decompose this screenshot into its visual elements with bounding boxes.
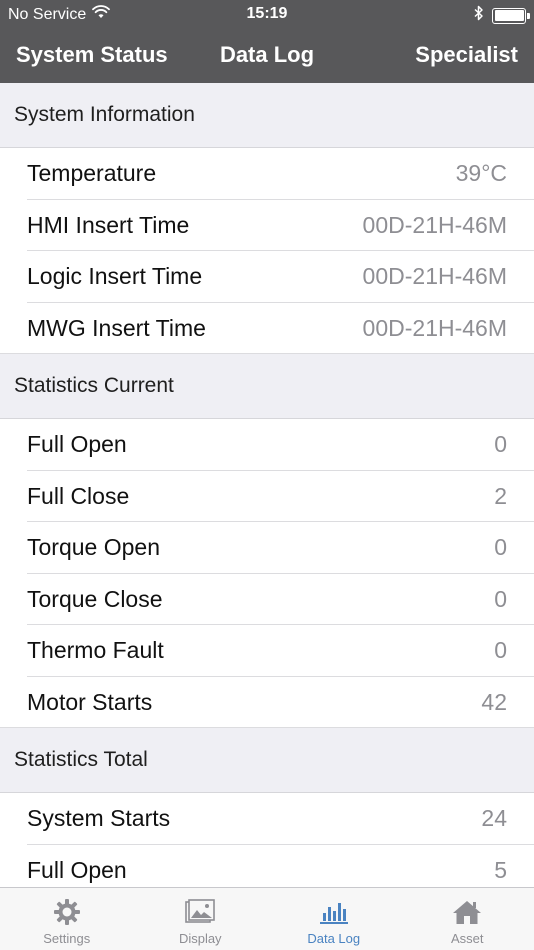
tab-asset[interactable]: Asset bbox=[401, 888, 534, 950]
row-label: MWG Insert Time bbox=[27, 314, 206, 341]
row-value: 00D-21H-46M bbox=[362, 211, 507, 238]
section-header-statistics-total: Statistics Total bbox=[0, 728, 534, 793]
row-label: HMI Insert Time bbox=[27, 211, 190, 238]
data-log-list[interactable]: System Information Temperature 39°C HMI … bbox=[0, 83, 534, 887]
list-row: System Starts 24 bbox=[0, 793, 534, 845]
tab-data-log[interactable]: Data Log bbox=[267, 888, 401, 950]
list-row: Torque Open 0 bbox=[0, 522, 534, 574]
status-time: 15:19 bbox=[246, 5, 288, 22]
list-row: Full Close 2 bbox=[0, 470, 534, 522]
row-label: Full Close bbox=[27, 482, 130, 509]
tab-display[interactable]: Display bbox=[134, 888, 268, 950]
row-value: 0 bbox=[494, 637, 507, 664]
row-value: 0 bbox=[494, 585, 507, 612]
row-value: 2 bbox=[494, 482, 507, 509]
list-row: Motor Starts 42 bbox=[0, 676, 534, 728]
list-row: Thermo Fault 0 bbox=[0, 625, 534, 677]
row-value: 5 bbox=[494, 856, 507, 883]
list-row: Temperature 39°C bbox=[0, 148, 534, 200]
list-row: Full Open 5 bbox=[0, 844, 534, 887]
tab-label: Data Log bbox=[307, 931, 361, 946]
bar-chart-icon bbox=[319, 897, 349, 927]
row-label: Thermo Fault bbox=[27, 637, 164, 664]
image-icon bbox=[185, 897, 216, 927]
row-label: Full Open bbox=[27, 431, 127, 458]
tab-bar: Settings Display Data Log Asset bbox=[0, 887, 534, 950]
section-header-system-information: System Information bbox=[0, 83, 534, 148]
row-label: Full Open bbox=[27, 856, 127, 883]
row-label: Logic Insert Time bbox=[27, 263, 203, 290]
status-right bbox=[474, 5, 530, 26]
row-value: 24 bbox=[481, 805, 507, 832]
tab-label: Display bbox=[178, 931, 222, 946]
tab-settings[interactable]: Settings bbox=[0, 888, 134, 950]
nav-specialist-button[interactable]: Specialist bbox=[415, 42, 518, 68]
battery-icon bbox=[492, 7, 530, 24]
screen: No Service 15:19 System Status Data Log … bbox=[0, 0, 534, 950]
section-title: Statistics Total bbox=[14, 748, 148, 771]
section-title: Statistics Current bbox=[14, 374, 174, 397]
tab-label: Asset bbox=[450, 931, 484, 946]
row-value: 00D-21H-46M bbox=[362, 263, 507, 290]
list-row: HMI Insert Time 00D-21H-46M bbox=[0, 199, 534, 251]
row-label: Temperature bbox=[27, 160, 157, 187]
status-bar: No Service 15:19 bbox=[0, 0, 534, 28]
row-value: 42 bbox=[481, 688, 507, 715]
list-row: Full Open 0 bbox=[0, 419, 534, 471]
row-label: System Starts bbox=[27, 805, 171, 832]
section-header-statistics-current: Statistics Current bbox=[0, 354, 534, 419]
nav-bar: System Status Data Log Specialist bbox=[0, 28, 534, 83]
gear-icon bbox=[52, 897, 82, 927]
row-value: 00D-21H-46M bbox=[362, 314, 507, 341]
header: No Service 15:19 System Status Data Log … bbox=[0, 0, 534, 83]
row-label: Torque Open bbox=[27, 534, 160, 561]
tab-label: Settings bbox=[43, 931, 91, 946]
list-row: Torque Close 0 bbox=[0, 573, 534, 625]
row-value: 0 bbox=[494, 534, 507, 561]
nav-title: Data Log bbox=[219, 42, 315, 67]
list-row: Logic Insert Time 00D-21H-46M bbox=[0, 251, 534, 303]
bluetooth-icon bbox=[474, 5, 484, 26]
nav-system-status-button[interactable]: System Status bbox=[16, 42, 168, 68]
row-label: Torque Close bbox=[27, 585, 163, 612]
home-icon bbox=[452, 897, 482, 927]
row-label: Motor Starts bbox=[27, 688, 153, 715]
row-value: 0 bbox=[494, 431, 507, 458]
section-title: System Information bbox=[14, 103, 195, 126]
row-value: 39°C bbox=[455, 160, 507, 187]
list-row: MWG Insert Time 00D-21H-46M bbox=[0, 302, 534, 354]
